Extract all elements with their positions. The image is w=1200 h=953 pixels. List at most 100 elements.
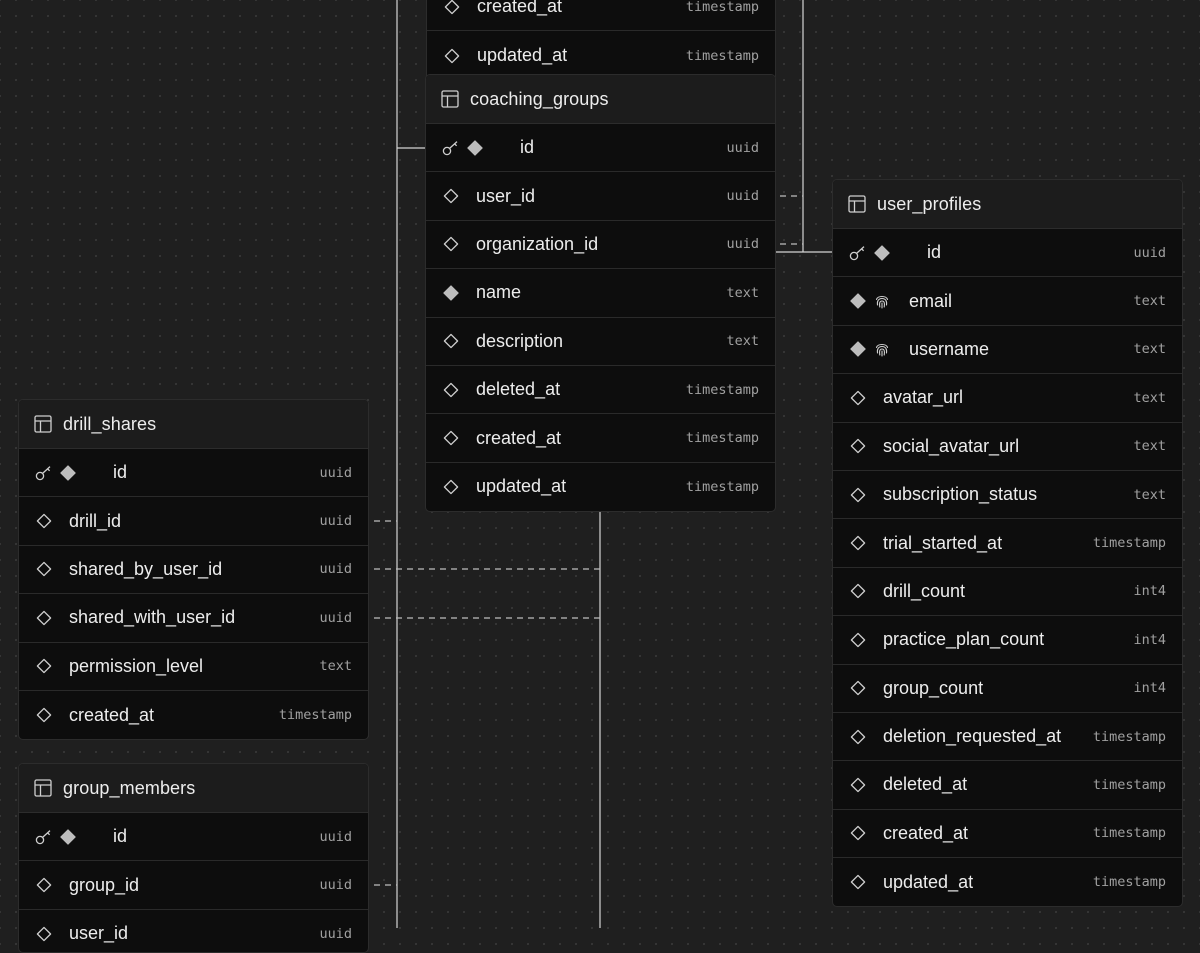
column-type: uuid <box>726 188 759 205</box>
column-icons <box>442 139 510 157</box>
column-type: int4 <box>1133 631 1166 648</box>
key-icon <box>849 244 867 262</box>
hollow-diamond-icon <box>849 389 867 407</box>
column-type: text <box>726 284 759 301</box>
column-row[interactable]: shared_with_user_id uuid <box>19 594 368 643</box>
column-row[interactable]: id uuid <box>833 229 1182 278</box>
column-icons <box>442 381 466 399</box>
column-row[interactable]: avatar_url text <box>833 374 1182 423</box>
column-icons <box>849 244 917 262</box>
column-icons <box>442 235 466 253</box>
column-row[interactable]: created_at timestamp <box>427 0 775 32</box>
column-name: shared_by_user_id <box>69 558 223 579</box>
hollow-diamond-icon <box>442 187 460 205</box>
column-row[interactable]: social_avatar_url text <box>833 423 1182 471</box>
column-row[interactable]: description text <box>426 318 775 366</box>
column-row[interactable]: deletion_requested_at timestamp <box>833 713 1182 762</box>
hollow-diamond-icon <box>442 235 460 253</box>
hollow-diamond-icon <box>849 728 867 746</box>
column-icons <box>849 873 873 891</box>
column-name: deletion_requested_at <box>883 726 1062 747</box>
table-header[interactable]: drill_shares <box>19 400 368 449</box>
column-type: timestamp <box>685 430 759 447</box>
column-name: updated_at <box>477 45 568 66</box>
column-icons <box>849 824 873 842</box>
table-node-user-profiles[interactable]: user_profilesid uuid email text username text… <box>832 179 1183 908</box>
column-icons <box>849 679 873 697</box>
column-row[interactable]: created_at timestamp <box>426 414 775 463</box>
column-name: practice_plan_count <box>883 629 1045 650</box>
table-node-group-members[interactable]: group_members id uuid group_id uuid user_id uu… <box>18 763 369 953</box>
column-row[interactable]: updated_at timestamp <box>426 463 775 511</box>
table-node-drill-shares[interactable]: drill_shares id uuid drill_id uuid shared_by_… <box>18 399 369 741</box>
column-icons <box>443 0 467 16</box>
hollow-diamond-icon <box>443 0 461 16</box>
filled-diamond-icon <box>442 284 460 302</box>
column-row[interactable]: name text <box>426 269 775 318</box>
column-row[interactable]: organization_id uuid <box>426 221 775 270</box>
column-name: shared_with_user_id <box>69 607 236 628</box>
column-row[interactable]: deleted_at timestamp <box>426 366 775 415</box>
column-type: int4 <box>1133 583 1166 600</box>
hollow-diamond-icon <box>849 824 867 842</box>
column-icons <box>849 582 873 600</box>
column-name: avatar_url <box>883 387 964 408</box>
column-name: id <box>113 462 128 483</box>
column-row[interactable]: created_at timestamp <box>833 810 1182 859</box>
table-name: user_profiles <box>877 193 982 214</box>
column-row[interactable]: permission_level text <box>19 643 368 691</box>
column-name: social_avatar_url <box>883 435 1020 456</box>
column-icons <box>35 828 103 846</box>
column-row[interactable]: practice_plan_count int4 <box>833 616 1182 665</box>
column-row[interactable]: id uuid <box>19 449 368 498</box>
column-name: drill_count <box>883 580 966 601</box>
column-name: trial_started_at <box>883 532 1003 553</box>
fingerprint-icon <box>873 292 891 310</box>
column-name: created_at <box>477 0 563 17</box>
column-row[interactable]: id uuid <box>426 124 775 173</box>
hollow-diamond-icon <box>443 47 461 65</box>
column-row[interactable]: updated_at timestamp <box>427 31 775 79</box>
column-row[interactable]: group_count int4 <box>833 665 1182 713</box>
hollow-diamond-icon <box>35 876 53 894</box>
table-node-coaching-groups[interactable]: coaching_groupsid uuid user_id uuid organiza… <box>425 74 776 513</box>
column-icons <box>849 340 899 358</box>
column-icons <box>35 706 59 724</box>
column-icons <box>35 512 59 530</box>
column-type: uuid <box>319 464 352 481</box>
column-row[interactable]: username text <box>833 326 1182 375</box>
column-name: description <box>476 330 564 351</box>
column-type: text <box>1133 486 1166 503</box>
column-row[interactable]: deleted_at timestamp <box>833 761 1182 810</box>
column-row[interactable]: group_id uuid <box>19 861 368 910</box>
column-row[interactable]: created_at timestamp <box>19 691 368 739</box>
filled-diamond-icon <box>873 244 891 262</box>
column-name: drill_id <box>69 510 122 531</box>
column-type: uuid <box>319 561 352 578</box>
column-row[interactable]: drill_id uuid <box>19 497 368 546</box>
column-row[interactable]: drill_count int4 <box>833 568 1182 617</box>
hollow-diamond-icon <box>849 486 867 504</box>
erd-canvas[interactable]: created_at timestamp updated_at timestamp c… <box>0 0 1200 953</box>
column-row[interactable]: id uuid <box>19 813 368 862</box>
column-type: text <box>1133 389 1166 406</box>
key-icon <box>442 139 460 157</box>
column-type: timestamp <box>278 707 352 724</box>
table-header[interactable]: user_profiles <box>833 180 1182 229</box>
column-row[interactable]: updated_at timestamp <box>833 858 1182 906</box>
column-name: name <box>476 282 522 303</box>
column-icons <box>442 284 466 302</box>
table-icon <box>33 778 53 798</box>
hollow-diamond-icon <box>849 534 867 552</box>
table-header[interactable]: coaching_groups <box>426 75 775 124</box>
column-row[interactable]: user_id uuid <box>426 172 775 221</box>
column-row[interactable]: shared_by_user_id uuid <box>19 546 368 595</box>
column-row[interactable]: subscription_status text <box>833 471 1182 520</box>
table-name: coaching_groups <box>470 88 609 109</box>
column-row[interactable]: user_id uuid <box>19 910 368 952</box>
table-node-top[interactable]: created_at timestamp updated_at timestamp <box>426 0 776 81</box>
fingerprint-icon <box>873 340 891 358</box>
table-header[interactable]: group_members <box>19 764 368 813</box>
column-row[interactable]: email text <box>833 277 1182 326</box>
column-row[interactable]: trial_started_at timestamp <box>833 519 1182 568</box>
